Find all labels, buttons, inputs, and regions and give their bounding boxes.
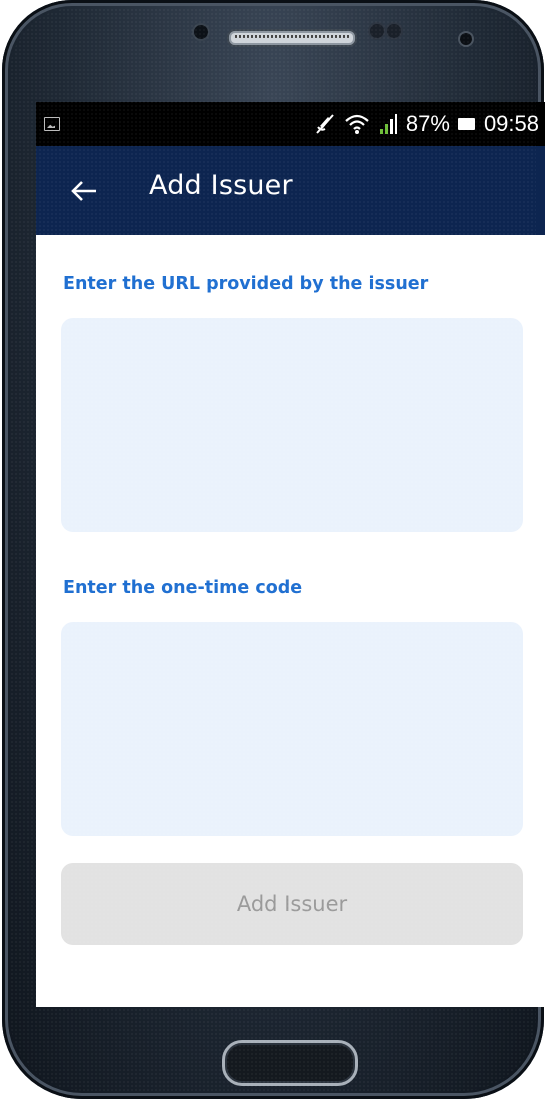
secondary-camera-icon	[460, 33, 472, 45]
signal-icon	[378, 113, 398, 135]
gallery-notification-icon	[44, 117, 60, 131]
issuer-url-input[interactable]	[61, 318, 523, 532]
proximity-sensor-icon	[370, 24, 384, 38]
add-issuer-button[interactable]: Add Issuer	[61, 863, 523, 945]
front-camera-icon	[194, 25, 208, 39]
page-title: Add Issuer	[149, 170, 293, 201]
home-button[interactable]	[222, 1040, 358, 1086]
mute-icon	[314, 112, 336, 136]
arrow-left-icon	[71, 181, 96, 201]
wifi-icon	[344, 113, 370, 135]
clock: 09:58	[483, 111, 539, 136]
one-time-code-input[interactable]	[61, 622, 523, 836]
battery-icon	[457, 117, 476, 131]
url-field-label: Enter the URL provided by the issuer	[63, 274, 429, 294]
status-bar: 87% 09:58	[36, 102, 545, 146]
back-button[interactable]	[66, 173, 102, 209]
app-bar: Add Issuer	[36, 146, 545, 235]
light-sensor-icon	[387, 24, 401, 38]
status-icons: 87% 09:58	[314, 109, 539, 139]
earpiece-speaker	[227, 29, 357, 47]
screen: 87% 09:58 Add Issuer Enter the URL provi…	[36, 102, 545, 1007]
phone-frame: 87% 09:58 Add Issuer Enter the URL provi…	[2, 0, 545, 1099]
code-field-label: Enter the one-time code	[63, 578, 303, 598]
battery-percent: 87%	[405, 111, 450, 136]
